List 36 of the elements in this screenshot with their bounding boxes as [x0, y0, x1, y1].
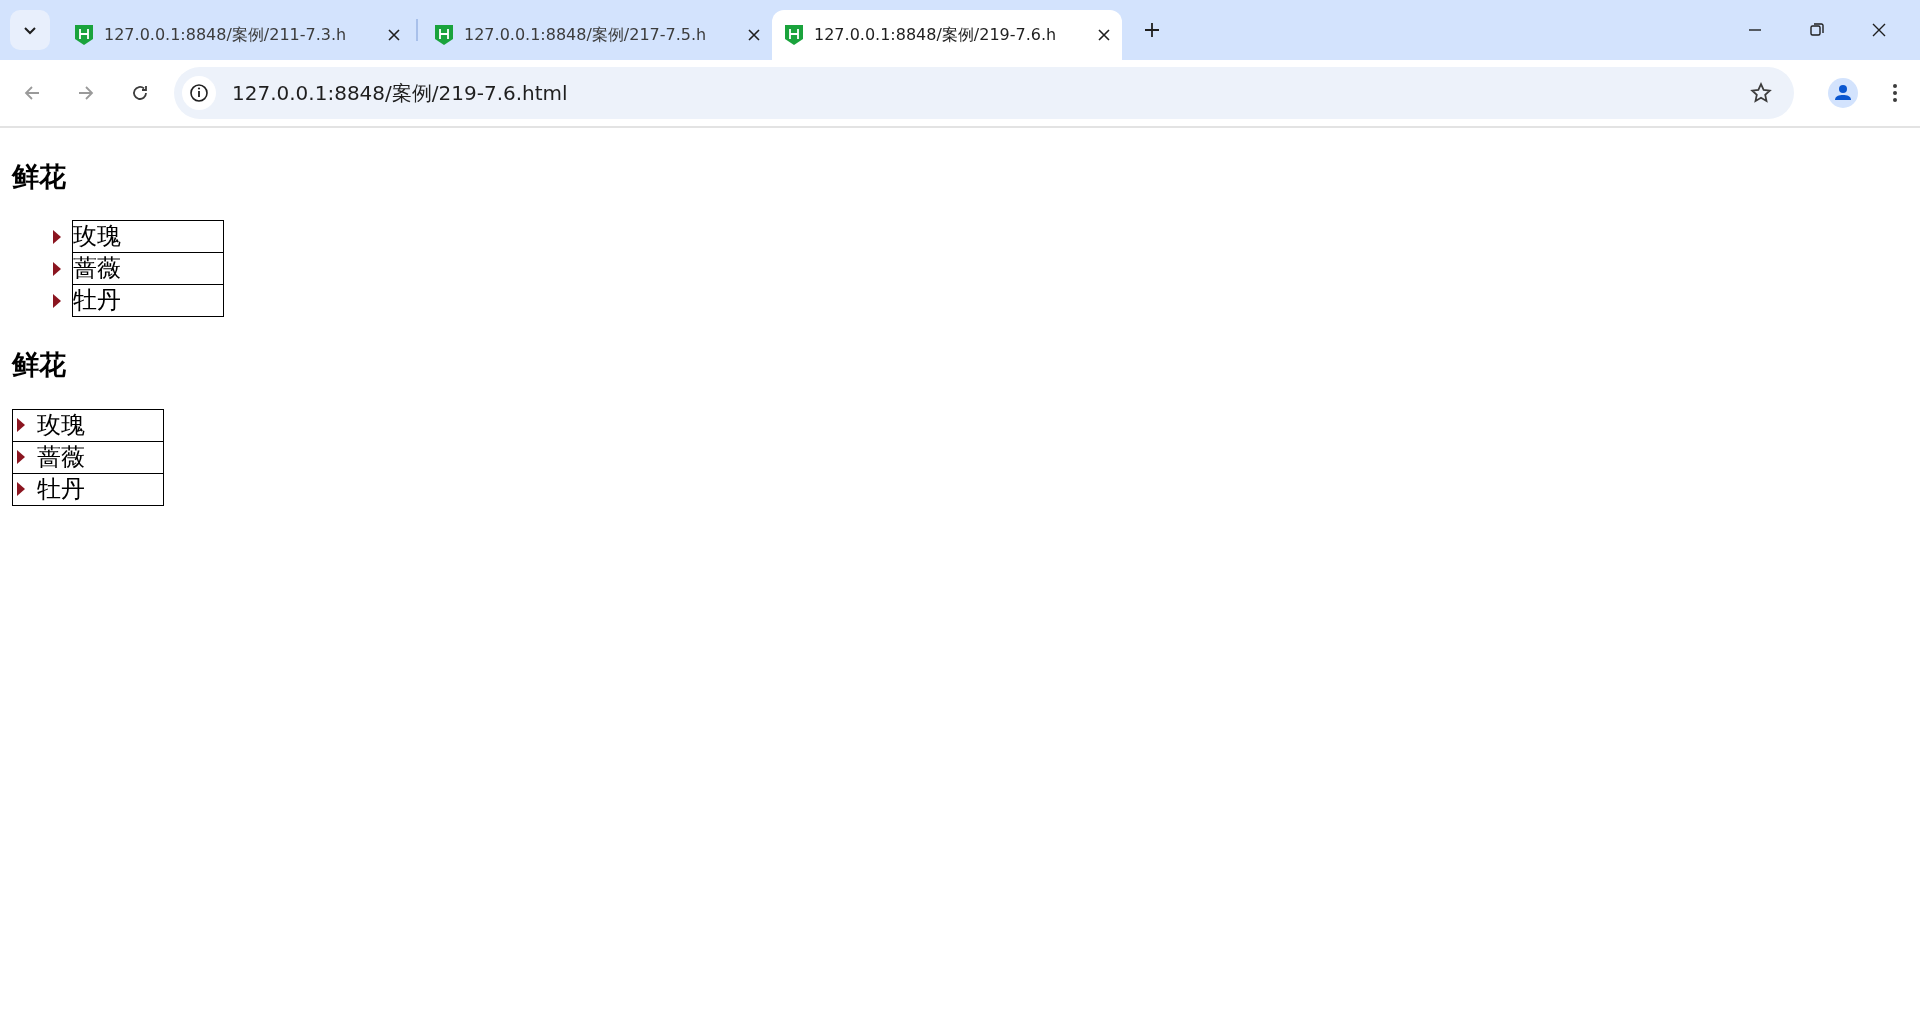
triangle-bullet-icon — [17, 450, 25, 465]
close-window-icon[interactable] — [1871, 22, 1887, 38]
list-item: 蔷薇 — [37, 441, 85, 473]
list-item: 玫瑰 — [37, 409, 85, 441]
section-heading: 鲜花 — [12, 161, 67, 194]
list-item: 蔷薇 — [73, 253, 121, 285]
tab-title: 127.0.0.1:8848/案例/219-7.6.h — [814, 24, 1058, 46]
restore-icon[interactable] — [1809, 22, 1825, 38]
section-heading: 鲜花 — [12, 349, 67, 382]
shield-h-icon — [784, 24, 804, 46]
reload-icon[interactable] — [130, 83, 150, 103]
profile-avatar-icon[interactable] — [1828, 78, 1858, 108]
new-tab-icon[interactable] — [1144, 22, 1160, 38]
list-item: 牡丹 — [37, 473, 85, 505]
menu-icon[interactable] — [1892, 83, 1898, 103]
tab-title: 127.0.0.1:8848/案例/217-7.5.h — [464, 24, 708, 46]
browser-tab[interactable]: 127.0.0.1:8848/案例/217-7.5.h — [422, 10, 772, 60]
address-bar[interactable]: 127.0.0.1:8848/案例/219-7.6.html — [174, 67, 1794, 119]
triangle-bullet-icon — [17, 418, 25, 433]
bookmark-star-icon[interactable] — [1750, 82, 1772, 104]
close-icon[interactable] — [1098, 29, 1110, 41]
close-icon[interactable] — [748, 29, 760, 41]
shield-h-icon — [74, 24, 94, 46]
url-text: 127.0.0.1:8848/案例/219-7.6.html — [232, 79, 568, 107]
triangle-bullet-icon — [53, 262, 61, 277]
triangle-bullet-icon — [53, 294, 61, 309]
triangle-bullet-icon — [17, 482, 25, 497]
browser-tab[interactable]: 127.0.0.1:8848/案例/211-7.3.h — [62, 10, 412, 60]
tab-title: 127.0.0.1:8848/案例/211-7.3.h — [104, 24, 348, 46]
list-item: 牡丹 — [73, 285, 121, 317]
browser-tab[interactable]: 127.0.0.1:8848/案例/219-7.6.h — [772, 10, 1122, 60]
triangle-bullet-icon — [53, 230, 61, 245]
info-icon[interactable] — [182, 76, 216, 110]
list-item: 玫瑰 — [73, 221, 121, 253]
close-icon[interactable] — [388, 29, 400, 41]
shield-h-icon — [434, 24, 454, 46]
